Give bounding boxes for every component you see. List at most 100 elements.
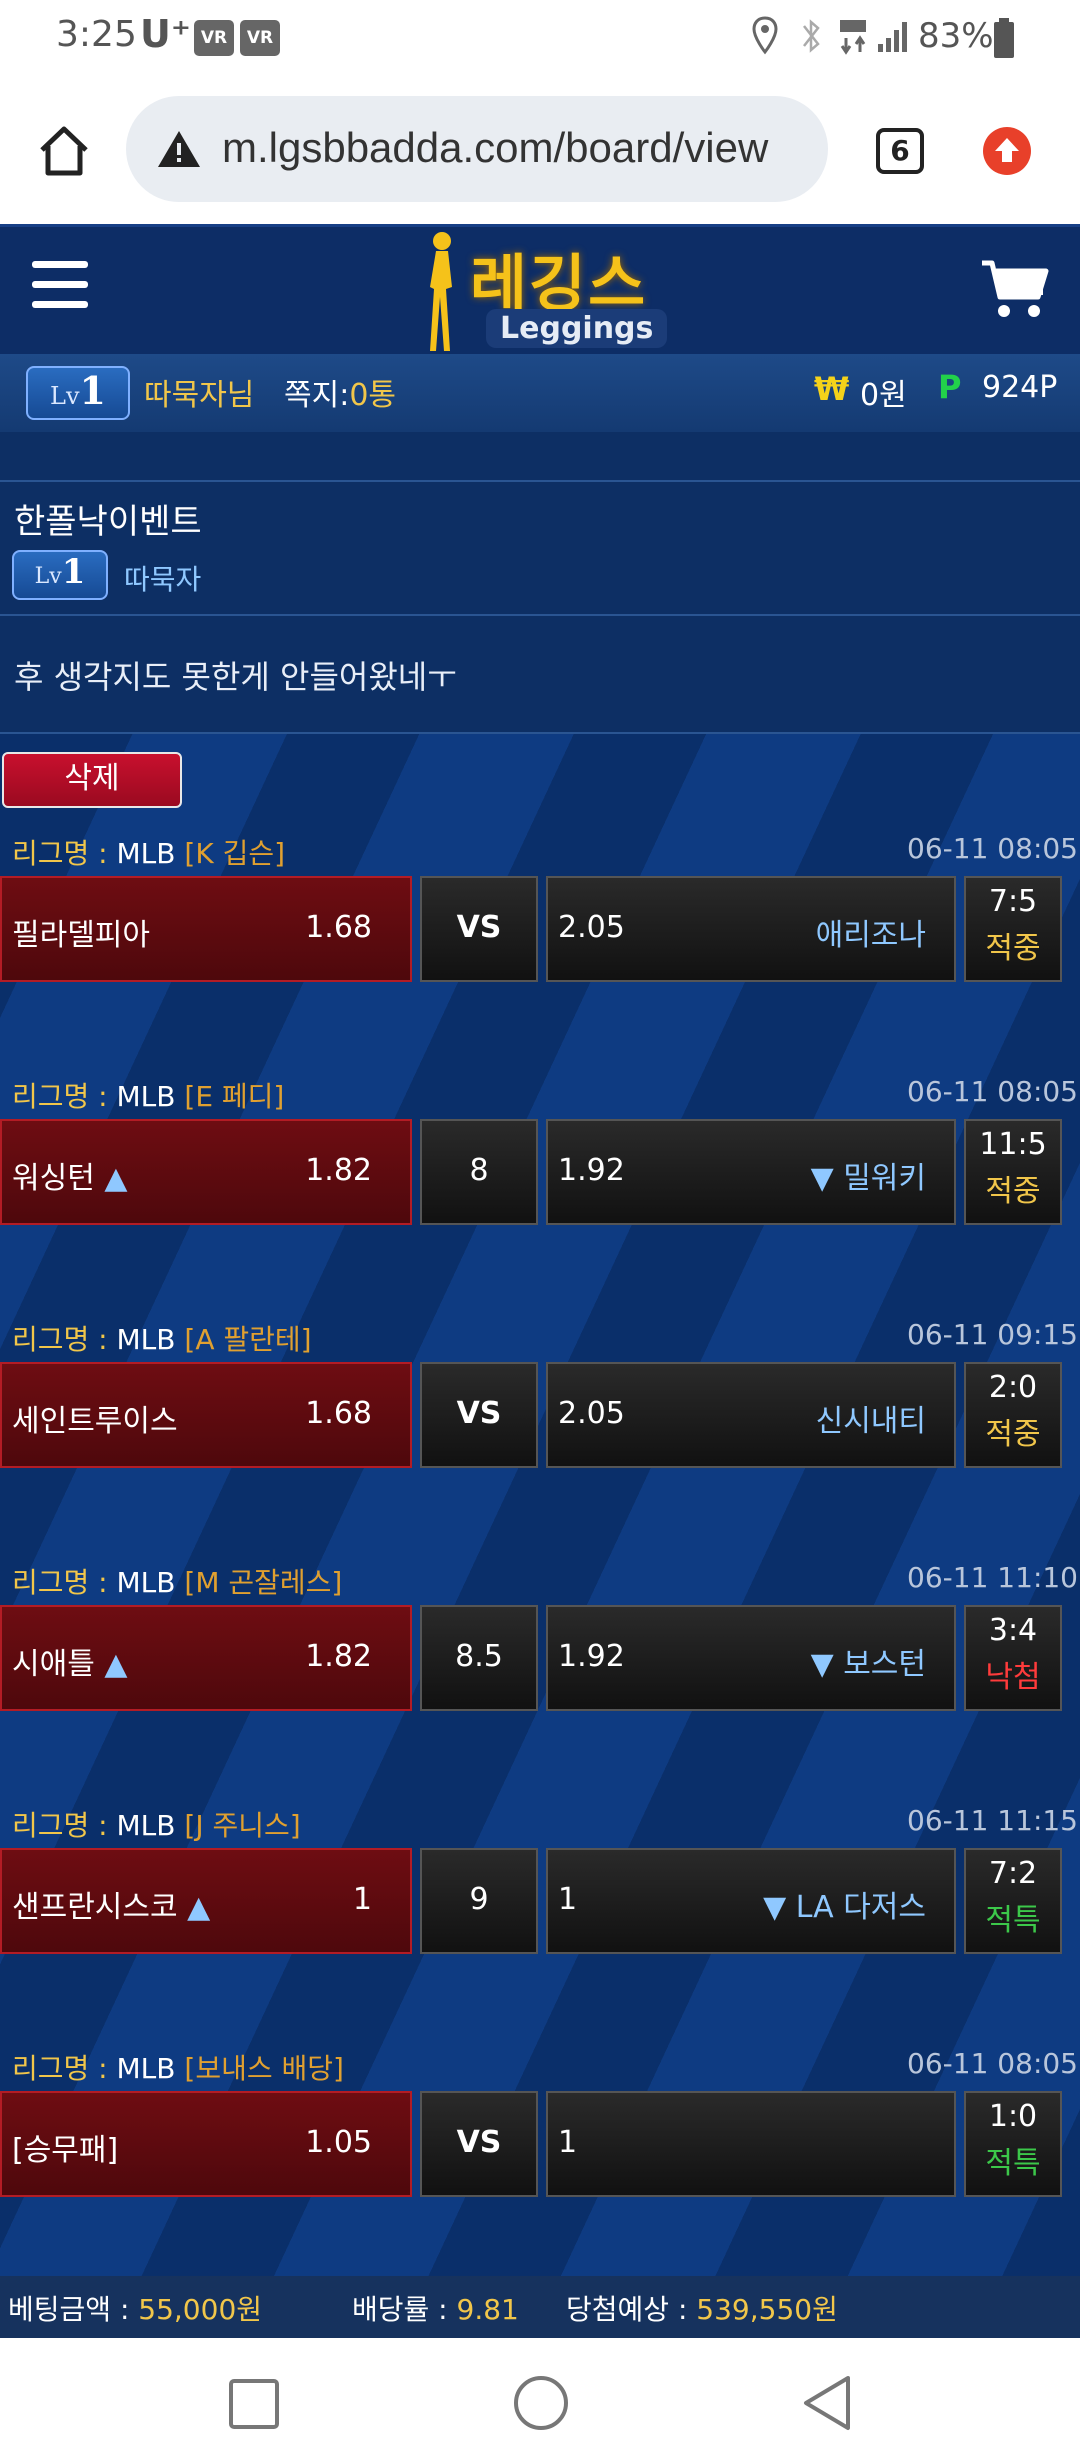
- cart-icon[interactable]: [980, 257, 1050, 321]
- status-bar: 3:25 U⁺ VR VR 83%: [0, 0, 1080, 78]
- away-team-pick[interactable]: 1.92 ▼ 밀워키: [546, 1119, 956, 1225]
- home-nav-icon[interactable]: [512, 2374, 570, 2432]
- away-team-pick[interactable]: 2.05 신시내티: [546, 1362, 956, 1468]
- result-status: 낙첨: [985, 1660, 1041, 1695]
- away-odd: 1.92: [558, 1639, 625, 1674]
- tab-count-button[interactable]: 6: [876, 128, 924, 174]
- home-team-pick[interactable]: [승무패] 1.05: [0, 2091, 412, 2197]
- system-nav-bar: [0, 2338, 1080, 2460]
- away-odd: 1.92: [558, 1153, 625, 1188]
- points-icon: P: [938, 368, 962, 406]
- away-team-pick[interactable]: 1 ▼ LA 다저스: [546, 1848, 956, 1954]
- bet-league: 리그명 : MLB [보내스 배당]: [12, 2052, 344, 2085]
- bet-result: 3:4 낙첨: [964, 1605, 1062, 1711]
- home-team: 시애틀 ▲: [12, 1647, 128, 1682]
- home-icon[interactable]: [36, 124, 92, 178]
- vr-icon: VR: [194, 20, 234, 56]
- away-team: 신시내티: [815, 1404, 926, 1439]
- site-logo-subtitle: Leggings: [486, 309, 668, 348]
- bet-row: 리그명 : MLB [M 곤잘레스] 06-11 11:10 시애틀 ▲ 1.82 8.…: [0, 1561, 1080, 1791]
- won-icon: ₩: [814, 370, 850, 408]
- bet-middle[interactable]: 8.5: [420, 1605, 538, 1711]
- vr-icon: VR: [240, 20, 280, 56]
- home-team-pick[interactable]: 필라델피아 1.68: [0, 876, 412, 982]
- site-header: 레깅스 Leggings: [0, 224, 1080, 354]
- bet-time: 06-11 08:05: [907, 1075, 1078, 1108]
- up-arrow-icon: ▲: [104, 1647, 128, 1682]
- bet-middle[interactable]: VS: [420, 876, 538, 982]
- browser-toolbar: m.lgsbbadda.com/board/view 6: [0, 78, 1080, 224]
- home-team: 세인트루이스: [12, 1404, 178, 1439]
- post-title: 한폴낙이벤트: [14, 502, 202, 542]
- home-odd: 1.05: [305, 2125, 372, 2160]
- expected-win: 당첨예상 : 539,550원: [566, 2293, 838, 2326]
- warning-icon[interactable]: [156, 128, 202, 170]
- home-team-pick[interactable]: 세인트루이스 1.68: [0, 1362, 412, 1468]
- result-status: 적중: [985, 1417, 1041, 1452]
- user-name[interactable]: 따묵자님: [144, 370, 254, 414]
- home-team: 필라델피아: [12, 918, 150, 953]
- points-balance: 924P: [982, 370, 1058, 405]
- recent-apps-icon[interactable]: [228, 2378, 280, 2430]
- bet-result: 7:2 적특: [964, 1848, 1062, 1954]
- final-score: 3:4: [988, 1613, 1038, 1648]
- final-score: 7:2: [988, 1856, 1038, 1891]
- back-icon[interactable]: [800, 2374, 854, 2432]
- down-arrow-icon: ▼: [763, 1890, 787, 1925]
- bet-odds: 배당률 : 9.81: [352, 2293, 519, 2326]
- message-count[interactable]: 쪽지:0통: [284, 370, 396, 414]
- author-level-badge: Lv1: [12, 550, 108, 600]
- final-score: 7:5: [988, 884, 1038, 919]
- away-team-pick[interactable]: 1.92 ▼ 보스턴: [546, 1605, 956, 1711]
- battery-percent: 83%: [918, 16, 994, 56]
- away-odd: 1: [558, 2125, 578, 2160]
- down-arrow-icon: ▼: [810, 1647, 834, 1682]
- result-status: 적특: [985, 1903, 1041, 1938]
- up-arrow-icon: ▲: [187, 1890, 211, 1925]
- bet-league: 리그명 : MLB [E 페디]: [12, 1080, 285, 1113]
- away-team-pick[interactable]: 2.05 애리조나: [546, 876, 956, 982]
- home-odd: 1.68: [305, 910, 372, 945]
- bet-time: 06-11 09:15: [907, 1318, 1078, 1351]
- bet-row: 리그명 : MLB [A 팔란테] 06-11 09:15 세인트루이스 1.68 V…: [0, 1318, 1080, 1548]
- bet-amount: 베팅금액 : 55,000원: [8, 2293, 263, 2326]
- home-team-pick[interactable]: 워싱턴 ▲ 1.82: [0, 1119, 412, 1225]
- cash-balance: 0원: [860, 378, 907, 413]
- away-team: ▼ LA 다저스: [763, 1890, 926, 1925]
- lte-icon: [840, 20, 866, 55]
- post-author[interactable]: 따묵자: [124, 558, 201, 598]
- away-team: ▼ 밀워키: [810, 1161, 926, 1196]
- bet-middle[interactable]: 8: [420, 1119, 538, 1225]
- bet-row: 리그명 : MLB [E 페디] 06-11 08:05 워싱턴 ▲ 1.82 8 1.9…: [0, 1075, 1080, 1305]
- away-odd: 2.05: [558, 910, 625, 945]
- bet-time: 06-11 11:10: [907, 1561, 1078, 1594]
- home-team-pick[interactable]: 시애틀 ▲ 1.82: [0, 1605, 412, 1711]
- bet-league: 리그명 : MLB [M 곤잘레스]: [12, 1566, 343, 1599]
- user-level-badge: Lv1: [26, 366, 130, 420]
- bet-time: 06-11 11:15: [907, 1804, 1078, 1837]
- bet-slip: 삭제 리그명 : MLB [K 깁슨] 06-11 08:05 필라델피아 1.68…: [0, 734, 1080, 2276]
- home-odd: 1: [352, 1882, 372, 1917]
- location-icon: [752, 16, 778, 55]
- bet-middle[interactable]: VS: [420, 1362, 538, 1468]
- signal-icon: [878, 22, 907, 52]
- hamburger-menu-icon[interactable]: [30, 259, 90, 311]
- post-header: 한폴낙이벤트 Lv1 따묵자: [0, 482, 1080, 616]
- final-score: 11:5: [979, 1127, 1047, 1162]
- home-team-pick[interactable]: 샌프란시스코 ▲ 1: [0, 1848, 412, 1954]
- away-team: 애리조나: [815, 918, 926, 953]
- away-team-pick[interactable]: 1: [546, 2091, 956, 2197]
- url-text[interactable]: m.lgsbbadda.com/board/view: [222, 124, 812, 172]
- address-bar[interactable]: m.lgsbbadda.com/board/view: [126, 96, 828, 202]
- carrier-label: U⁺: [140, 12, 191, 56]
- bet-middle[interactable]: 9: [420, 1848, 538, 1954]
- away-team: ▼ 보스턴: [810, 1647, 926, 1682]
- bet-row: 리그명 : MLB [J 주니스] 06-11 11:15 샌프란시스코 ▲ 1 9 1 ▼…: [0, 1804, 1080, 2034]
- bet-middle[interactable]: VS: [420, 2091, 538, 2197]
- bet-result: 7:5 적중: [964, 876, 1062, 982]
- delete-button[interactable]: 삭제: [2, 752, 182, 808]
- bet-time: 06-11 08:05: [907, 2047, 1078, 2080]
- upload-icon[interactable]: [982, 126, 1032, 176]
- bet-time: 06-11 08:05: [907, 832, 1078, 865]
- bet-result: 11:5 적중: [964, 1119, 1062, 1225]
